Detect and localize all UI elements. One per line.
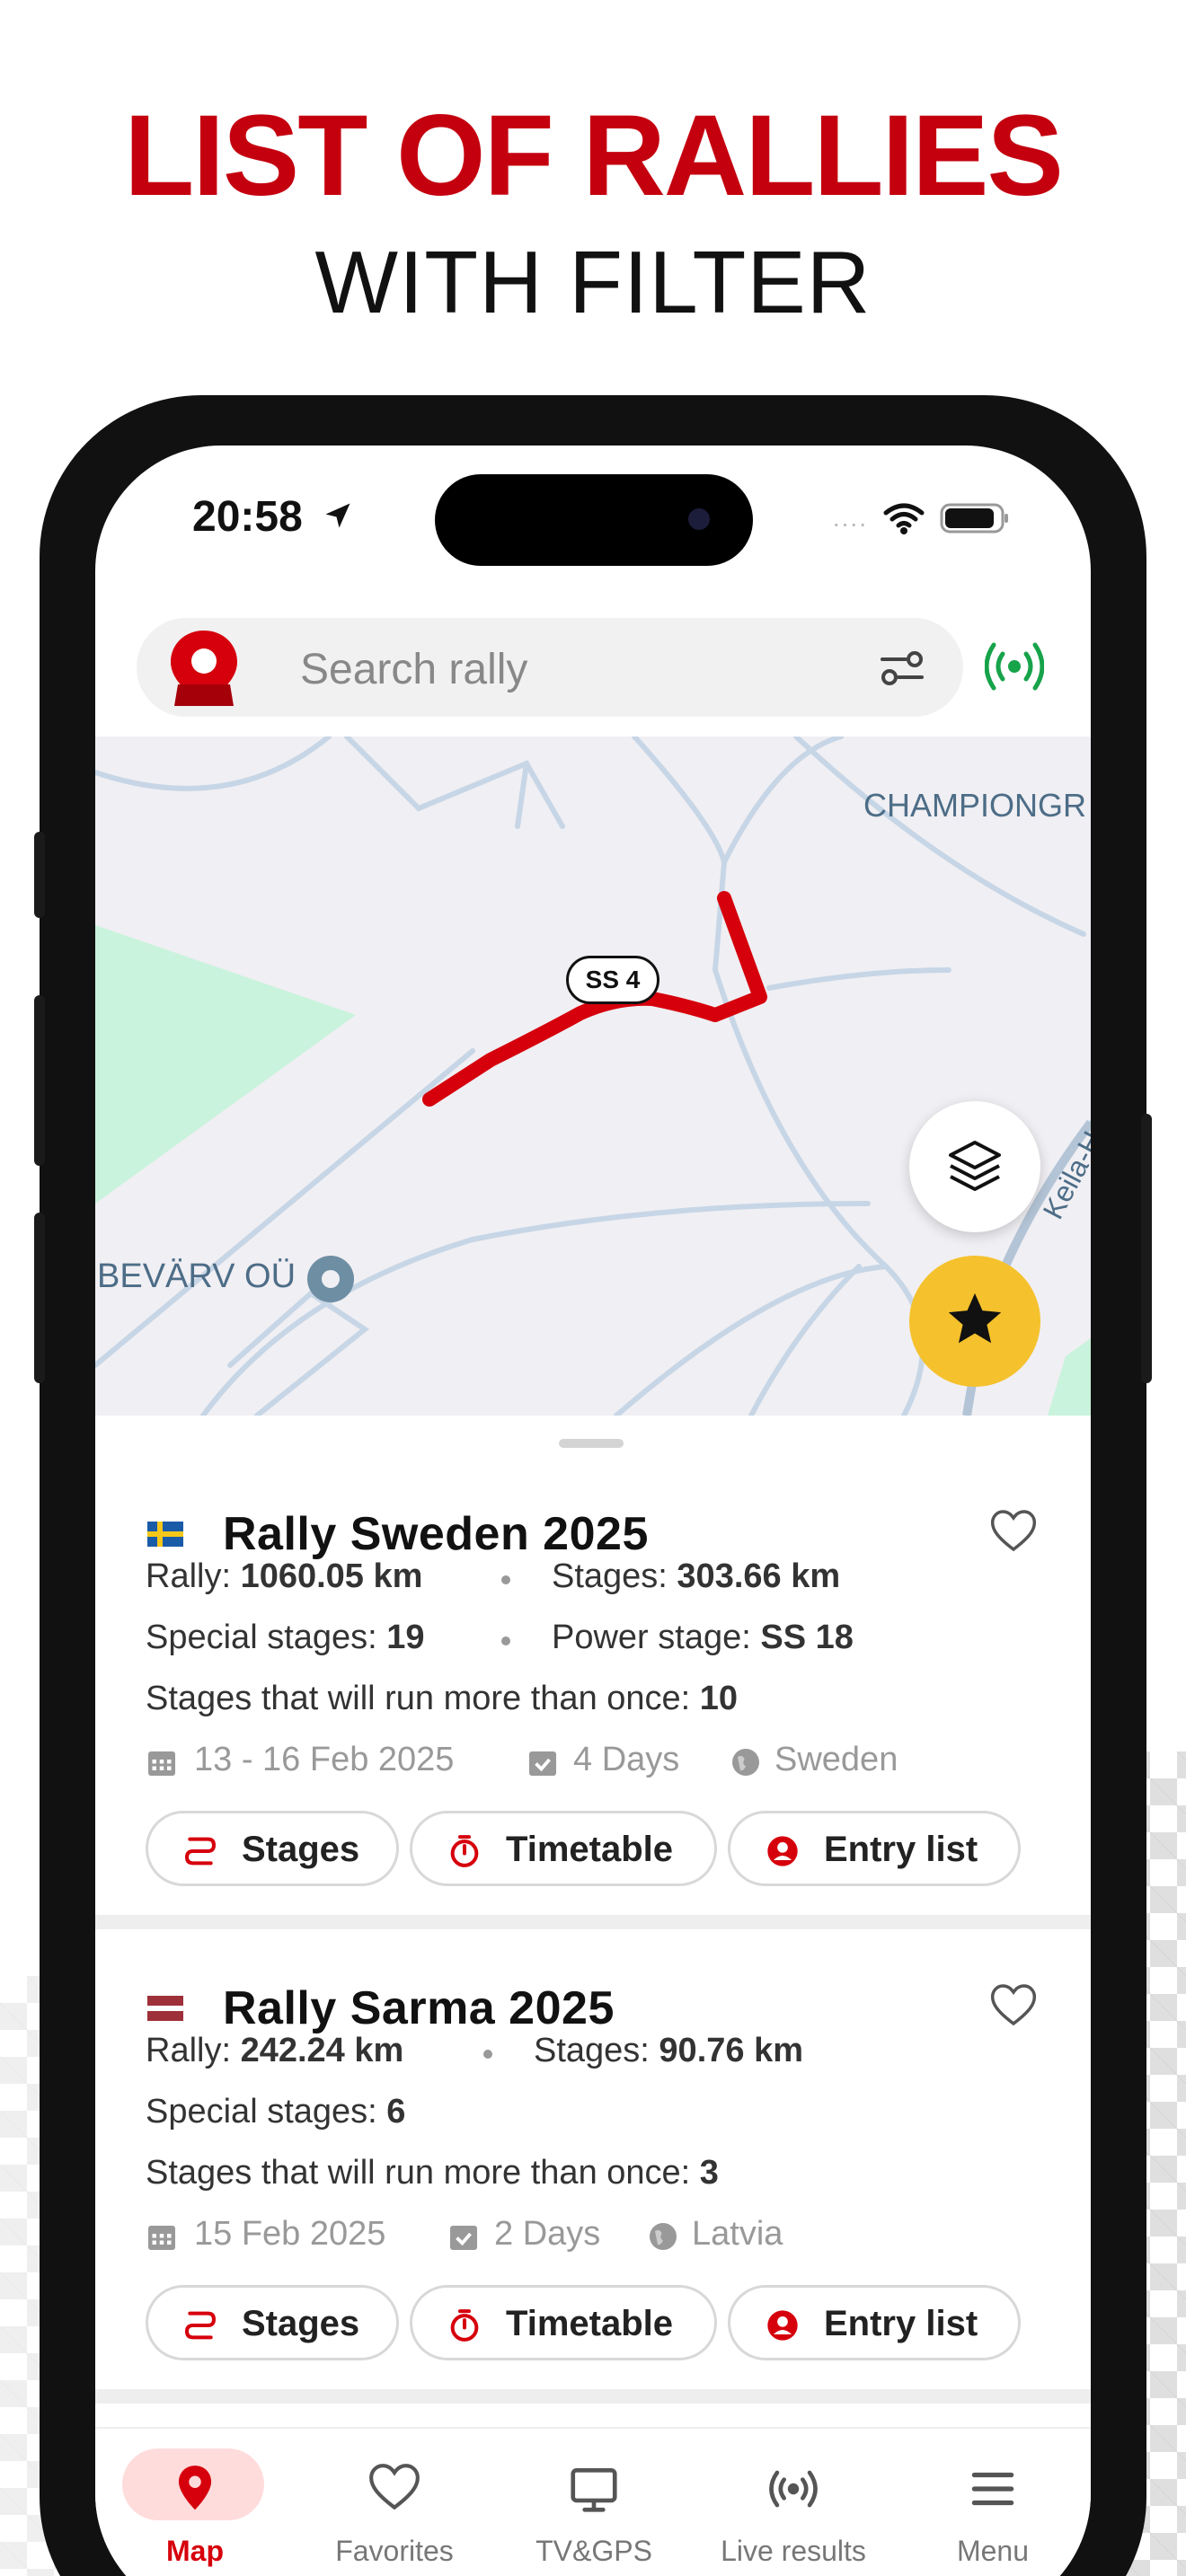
park-area (95, 925, 356, 1204)
phone-screen: 20:58 .... Search rally CHAMPIONGR BEVÄR… (95, 446, 1091, 2576)
park-area-corner (1048, 1338, 1091, 1416)
map-label-championship: CHAMPIONGR (863, 787, 1087, 824)
stopwatch-icon (450, 2309, 479, 2342)
special-stages-count: Special stages: 6 (146, 2093, 406, 2130)
latvia-flag-icon (147, 1996, 183, 2021)
stages-distance: Stages: 303.66 km (552, 1557, 841, 1595)
nav-label: Menu (956, 2535, 1030, 2567)
status-time: 20:58 (192, 493, 303, 541)
rally-dates: 13 - 16 Feb 2025 (194, 1741, 455, 1778)
calendar-check-icon (450, 2226, 477, 2250)
rally-title[interactable]: Rally Sarma 2025 (223, 1981, 615, 2035)
stages-button[interactable]: Stages (146, 2285, 399, 2360)
phone-volume-up-button (34, 995, 45, 1166)
wifi-icon (883, 503, 925, 534)
driver-icon (767, 1836, 798, 1866)
nav-item-live-results[interactable]: Live results (694, 2429, 893, 2576)
rally-country: Sweden (774, 1741, 898, 1778)
heart-icon (369, 2464, 420, 2510)
dynamic-island (435, 474, 753, 566)
favorite-heart-icon[interactable] (988, 1981, 1039, 2028)
nav-item-tv-gps[interactable]: TV&GPS (494, 2429, 694, 2576)
favorites-map-button[interactable] (909, 1256, 1040, 1387)
location-arrow-icon (325, 503, 350, 528)
status-icons: .... (833, 501, 1010, 535)
phone-action-button (34, 832, 45, 918)
rally-distance: Rally: 242.24 km (146, 2032, 404, 2069)
stopwatch-icon (450, 1835, 479, 1867)
nav-label: Live results (721, 2535, 866, 2567)
separator-dot (501, 1575, 510, 1584)
phone-volume-down-button (34, 1213, 45, 1383)
repeat-stages-count: Stages that will run more than once: 10 (146, 1680, 739, 1717)
entry-list-button[interactable]: Entry list (728, 2285, 1021, 2360)
globe-icon (650, 2223, 677, 2250)
card-divider (95, 1915, 1091, 1929)
map-layers-button[interactable] (909, 1101, 1040, 1232)
route-icon (184, 1837, 217, 1866)
app-logo (171, 631, 237, 706)
map-pin-icon (178, 2466, 212, 2510)
filter-icon[interactable] (877, 643, 927, 693)
bottom-navigation: Map Favorites TV&GPS Live results Menu (95, 2427, 1091, 2576)
rally-distance: Rally: 1060.05 km (146, 1557, 423, 1595)
sweden-flag-icon (147, 1522, 183, 1547)
layers-icon (949, 1141, 1001, 1191)
separator-dot (483, 2050, 492, 2059)
rally-title[interactable]: Rally Sweden 2025 (223, 1507, 649, 1561)
route-icon (184, 2311, 217, 2340)
live-signal-icon[interactable] (985, 640, 1044, 693)
tv-icon (571, 2468, 617, 2512)
calendar-icon (148, 1751, 175, 1776)
calendar-icon (148, 2226, 175, 2250)
rally-days: 2 Days (494, 2215, 601, 2253)
nav-item-favorites[interactable]: Favorites (295, 2429, 494, 2576)
stage-label[interactable]: SS 4 (566, 956, 659, 1004)
power-stage: Power stage: SS 18 (552, 1619, 854, 1656)
rally-country: Latvia (692, 2215, 783, 2253)
phone-power-button (1141, 1114, 1152, 1383)
map-label-bevarv: BEVÄRV OÜ (97, 1257, 296, 1295)
calendar-check-icon (529, 1751, 556, 1776)
nav-label: Map (166, 2535, 224, 2567)
entry-list-button[interactable]: Entry list (728, 1811, 1021, 1886)
rally-days: 4 Days (573, 1741, 680, 1778)
rally-map[interactable]: CHAMPIONGR BEVÄRV OÜ Keila-H SS 4 (95, 737, 1091, 1416)
special-stages-count: Special stages: 19 (146, 1619, 425, 1656)
driver-icon (767, 2310, 798, 2341)
battery-icon (940, 503, 1008, 534)
live-signal-icon (769, 2470, 818, 2508)
separator-dot (501, 1636, 510, 1645)
nav-item-menu[interactable]: Menu (893, 2429, 1091, 2576)
promo-subline: WITH FILTER (314, 233, 872, 331)
cellular-signal-icon: .... (832, 504, 868, 532)
camera-icon (688, 508, 710, 530)
globe-icon (732, 1749, 759, 1776)
rally-dates: 15 Feb 2025 (194, 2215, 386, 2253)
timetable-button[interactable]: Timetable (410, 1811, 717, 1886)
nav-label: Favorites (335, 2535, 454, 2567)
nav-label: TV&GPS (535, 2535, 652, 2567)
timetable-button[interactable]: Timetable (410, 2285, 717, 2360)
star-icon (948, 1292, 1002, 1344)
rally-card[interactable]: Rally Sweden 2025 Rally: 1060.05 km Stag… (95, 1460, 1091, 1910)
favorite-heart-icon[interactable] (988, 1507, 1039, 1554)
sheet-drag-handle[interactable] (559, 1439, 624, 1448)
card-divider (95, 2389, 1091, 2404)
nav-item-map[interactable]: Map (95, 2429, 295, 2576)
promo-headline: LIST OF RALLIES (124, 92, 1064, 220)
stages-button[interactable]: Stages (146, 1811, 399, 1886)
poi-marker-inner (322, 1270, 340, 1288)
repeat-stages-count: Stages that will run more than once: 3 (146, 2154, 719, 2192)
rally-card[interactable]: Rally Sarma 2025 Rally: 242.24 km Stages… (95, 1935, 1091, 2384)
stages-distance: Stages: 90.76 km (534, 2032, 803, 2069)
search-bar[interactable]: Search rally (137, 618, 963, 717)
search-input[interactable]: Search rally (300, 645, 527, 694)
hamburger-icon (971, 2472, 1014, 2506)
